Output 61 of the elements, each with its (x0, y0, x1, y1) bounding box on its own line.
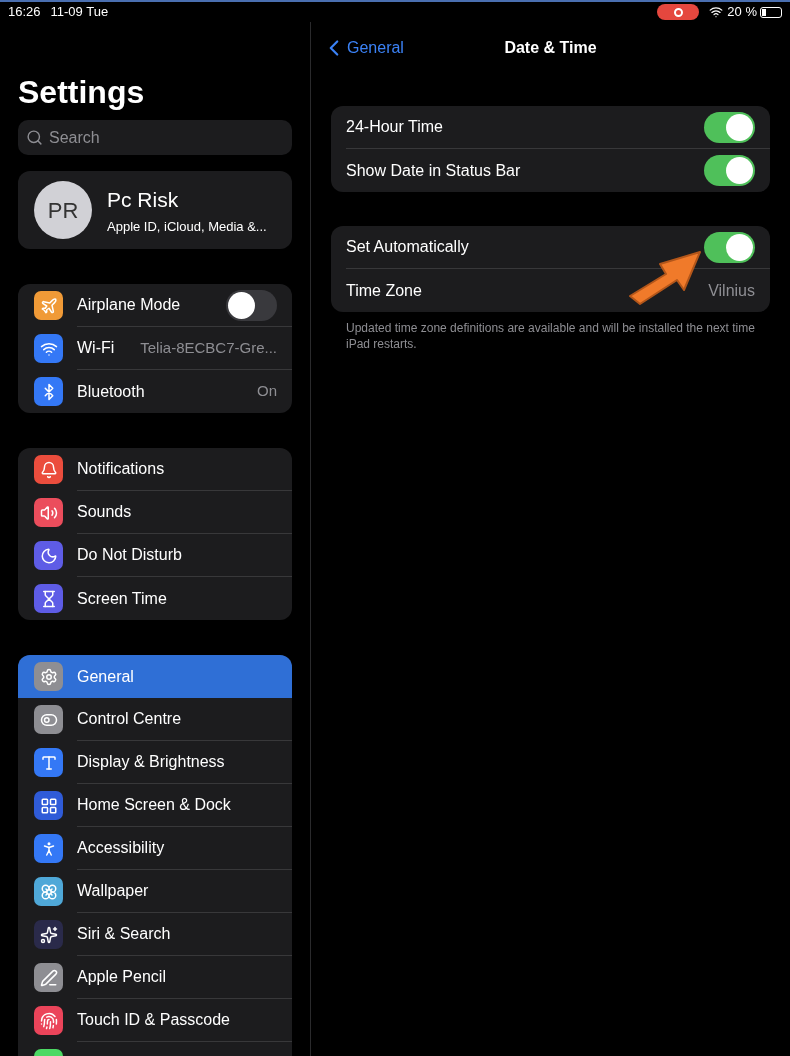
row-value: Telia-8ECBC7-Gre... (140, 337, 277, 358)
profile-name: Pc Risk (107, 186, 180, 213)
settings-row[interactable]: Accessibility (18, 827, 292, 870)
row-label: 24-Hour Time (346, 117, 443, 137)
settings-row[interactable]: Display & Brightness (18, 741, 292, 784)
avatar: PR (34, 181, 92, 239)
settings-row[interactable]: Wi-Fi Telia-8ECBC7-Gre... (18, 327, 292, 370)
footnote: Updated time zone definitions are available and will be installed the next time iPad restarts. (345, 320, 756, 352)
row-label: Time Zone (346, 280, 422, 301)
settings-row[interactable]: Touch ID & Passcode (18, 999, 292, 1042)
toggle-switch[interactable] (704, 231, 755, 263)
row-label: Show Date in Status Bar (346, 160, 521, 181)
settings-row[interactable]: Show Date in Status Bar (331, 149, 770, 192)
status-date: 11-09 Tue (50, 3, 109, 22)
row-label: Set Automatically (346, 237, 469, 257)
profile-subtitle: Apple ID, iCloud, Media &... (107, 218, 267, 236)
settings-row[interactable]: 24-Hour Time (331, 106, 770, 149)
row-value: Vilnius (708, 280, 755, 301)
settings-row[interactable]: General (18, 655, 292, 698)
row-label: Apple Pencil (77, 967, 166, 987)
row-label: Airplane Mode (77, 295, 181, 315)
search-field[interactable]: Search (18, 120, 292, 155)
search-icon (26, 129, 43, 146)
settings-row[interactable]: Home Screen & Dock (18, 784, 292, 827)
settings-row[interactable]: Do Not Disturb (18, 534, 292, 577)
settings-row[interactable]: Notifications (18, 448, 292, 491)
settings-row[interactable]: Wallpaper (18, 870, 292, 913)
settings-row[interactable]: Siri & Search (18, 913, 292, 956)
row-label: Wi-Fi (77, 338, 115, 358)
row-label: Control Centre (77, 709, 182, 729)
row-label: Wallpaper (77, 881, 149, 901)
settings-row[interactable]: Control Centre (18, 698, 292, 741)
settings-row[interactable]: Apple Pencil (18, 956, 292, 999)
toggle-switch[interactable] (704, 155, 755, 186)
battery-icon (760, 6, 782, 18)
row-label: Touch ID & Passcode (77, 1010, 230, 1030)
row-label: Accessibility (77, 838, 165, 858)
row-value: On (257, 381, 277, 402)
profile-card[interactable]: PR Pc Risk Apple ID, iCloud, Media &... (18, 171, 292, 249)
nav-title: Date & Time (504, 37, 597, 58)
row-label: Display & Brightness (77, 752, 225, 772)
row-label: Screen Time (77, 588, 167, 609)
settings-row[interactable]: Time Zone Vilnius (331, 269, 770, 312)
settings-row[interactable]: Bluetooth On (18, 370, 292, 413)
toggle-switch[interactable] (704, 111, 755, 143)
wifi-icon (709, 5, 724, 19)
row-label: Sounds (77, 502, 132, 522)
row-label: Home Screen & Dock (77, 795, 231, 815)
toggle-switch[interactable] (226, 289, 277, 321)
row-label: Do Not Disturb (77, 545, 182, 565)
back-button[interactable]: General (321, 34, 404, 61)
row-label: Notifications (77, 459, 165, 479)
settings-row[interactable]: Airplane Mode (18, 284, 292, 327)
battery-percent: 20 % (727, 3, 757, 22)
status-time: 16:26 (8, 3, 41, 22)
row-label: General (77, 666, 134, 687)
page-title: Settings (18, 76, 146, 108)
row-label: Bluetooth (77, 381, 145, 402)
row-label: Siri & Search (77, 924, 171, 944)
settings-row[interactable]: Sounds (18, 491, 292, 534)
settings-row[interactable]: Screen Time (18, 577, 292, 620)
